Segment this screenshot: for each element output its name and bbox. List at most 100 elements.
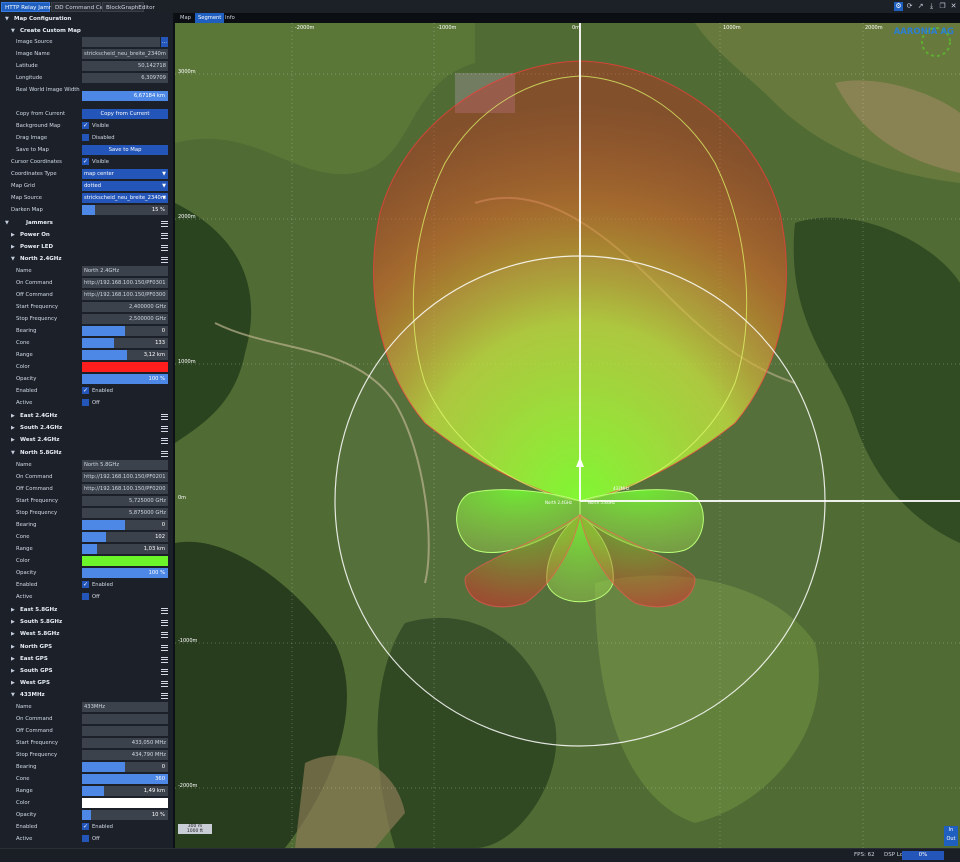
menu-icon[interactable] [161,449,168,457]
north-24-name-field[interactable]: North 2.4GHz [82,266,168,276]
north-58-bearing-slider[interactable]: 0 [82,520,168,530]
north-24-stop-frequency-field[interactable]: 2,500000 GHz [82,314,168,324]
433-name-field[interactable]: 433MHz [82,702,168,712]
north-58-on-command-field[interactable]: http://192.168.100.150/PF0201 [82,472,168,482]
menu-icon[interactable] [161,679,168,687]
433-active-checkbox[interactable] [82,835,89,842]
save-to-map-button[interactable]: Save to Map [82,145,168,155]
north-58ghz-header[interactable]: ▼ North 5.8GHz [0,447,173,459]
menu-icon[interactable] [161,655,168,663]
north-58-cone-slider[interactable]: 102 [82,532,168,542]
north-gps-header[interactable]: ▶ North GPS [0,641,173,653]
darken-map-slider[interactable]: 15 % [82,205,168,215]
power-on-header[interactable]: ▶ Power On [0,229,173,241]
west-24ghz-header[interactable]: ▶ West 2.4GHz [0,434,173,446]
latitude-field[interactable]: 50,142718 [82,61,168,71]
zoom-in-button[interactable]: In [944,826,958,835]
south-gps-header[interactable]: ▶ South GPS [0,665,173,677]
real-world-width-slider[interactable]: 6,67184 km [82,91,168,101]
north-24-enabled-checkbox[interactable]: ✓ [82,387,89,394]
north-24-off-command-field[interactable]: http://192.168.100.150/PF0300 [82,290,168,300]
north-24-color-swatch[interactable] [82,362,168,372]
jammers-header[interactable]: ▼ Jammers [0,217,173,229]
north-24-active-checkbox[interactable] [82,399,89,406]
menu-icon[interactable] [161,219,168,227]
north-24-start-frequency-field[interactable]: 2,400000 GHz [82,302,168,312]
north-24-range-slider[interactable]: 3,12 km [82,350,168,360]
north-58-range-slider[interactable]: 1,03 km [82,544,168,554]
433-start-frequency-field[interactable]: 433,050 MHz [82,738,168,748]
menu-icon[interactable] [161,606,168,614]
restore-icon[interactable]: ❐ [938,2,947,11]
cursor-coordinates-checkbox[interactable]: ✓ [82,158,89,165]
copy-from-current-button[interactable]: Copy from Current [82,109,168,119]
map-grid-select[interactable]: dotted ▼ [82,181,168,191]
map-source-select[interactable]: strickscheid_neu_breite_2340m ▼ [82,193,168,203]
map-view[interactable]: Map Segment Info -2000m -1000m 0m 1000m … [175,13,960,848]
drag-image-checkbox[interactable] [82,134,89,141]
east-24ghz-header[interactable]: ▶ East 2.4GHz [0,410,173,422]
menu-icon[interactable] [161,691,168,699]
433-bearing-slider[interactable]: 0 [82,762,168,772]
menu-icon[interactable] [161,618,168,626]
zoom-control[interactable]: In Out [944,826,958,846]
south-24ghz-header[interactable]: ▶ South 2.4GHz [0,422,173,434]
menu-icon[interactable] [161,243,168,251]
tab-segment[interactable]: Segment [195,13,225,23]
menu-icon[interactable] [161,643,168,651]
north-58-name-field[interactable]: North 5.8GHz [82,460,168,470]
north-24-bearing-slider[interactable]: 0 [82,326,168,336]
close-icon[interactable]: ✕ [949,2,958,11]
settings-icon[interactable]: ⚙ [894,2,903,11]
coordinates-type-select[interactable]: map center ▼ [82,169,168,179]
tab-blockgrapheditor[interactable]: BlockGraphEditor [102,2,155,12]
tab-dd-command-center[interactable]: DD Command Center [51,2,115,12]
north-58-stop-frequency-field[interactable]: 5,875000 GHz [82,508,168,518]
map-canvas[interactable]: -2000m -1000m 0m 1000m 2000m 3000m 2000m… [175,23,960,848]
north-58-start-frequency-field[interactable]: 5,725000 GHz [82,496,168,506]
north-58-color-swatch[interactable] [82,556,168,566]
433-range-slider[interactable]: 1,49 km [82,786,168,796]
background-map-checkbox[interactable]: ✓ [82,122,89,129]
menu-icon[interactable] [161,424,168,432]
433-opacity-slider[interactable]: 10 % [82,810,168,820]
west-gps-header[interactable]: ▶ West GPS [0,677,173,689]
433-cone-slider[interactable]: 360 [82,774,168,784]
menu-icon[interactable] [161,630,168,638]
longitude-field[interactable]: 6,309709 [82,73,168,83]
zoom-out-button[interactable]: Out [944,835,958,844]
north-58-opacity-slider[interactable]: 100 % [82,568,168,578]
tab-http-relay-jammer[interactable]: HTTP Relay Jammer [1,2,60,12]
north-58-enabled-checkbox[interactable]: ✓ [82,581,89,588]
north-24-on-command-field[interactable]: http://192.168.100.150/PF0301 [82,278,168,288]
refresh-icon[interactable]: ⟳ [905,2,914,11]
433-enabled-checkbox[interactable]: ✓ [82,823,89,830]
south-58ghz-header[interactable]: ▶ South 5.8GHz [0,616,173,628]
433-stop-frequency-field[interactable]: 434,790 MHz [82,750,168,760]
433-on-command-field[interactable] [82,714,168,724]
browse-button[interactable]: ... [161,37,168,47]
image-source-field[interactable] [82,37,160,47]
east-gps-header[interactable]: ▶ East GPS [0,653,173,665]
north-58-off-command-field[interactable]: http://192.168.100.150/PF0200 [82,484,168,494]
north-58-active-checkbox[interactable] [82,593,89,600]
433-off-command-field[interactable] [82,726,168,736]
menu-icon[interactable] [161,436,168,444]
north-24-cone-slider[interactable]: 133 [82,338,168,348]
433-color-swatch[interactable] [82,798,168,808]
menu-icon[interactable] [161,255,168,263]
tab-map[interactable]: Map [177,13,194,23]
north-24-opacity-slider[interactable]: 100 % [82,374,168,384]
tab-info[interactable]: Info [222,13,238,23]
east-58ghz-header[interactable]: ▶ East 5.8GHz [0,604,173,616]
west-58ghz-header[interactable]: ▶ West 5.8GHz [0,628,173,640]
download-icon[interactable]: ⤓ [927,2,936,11]
map-configuration-header[interactable]: ▼ Map Configuration [0,13,173,25]
433mhz-header[interactable]: ▼ 433MHz [0,689,173,701]
image-name-field[interactable]: strickscheid_neu_breite_2340m [82,49,168,59]
menu-icon[interactable] [161,231,168,239]
share-icon[interactable]: ↗ [916,2,925,11]
north-24ghz-header[interactable]: ▼ North 2.4GHz [0,253,173,265]
power-led-header[interactable]: ▶ Power LED [0,241,173,253]
menu-icon[interactable] [161,412,168,420]
